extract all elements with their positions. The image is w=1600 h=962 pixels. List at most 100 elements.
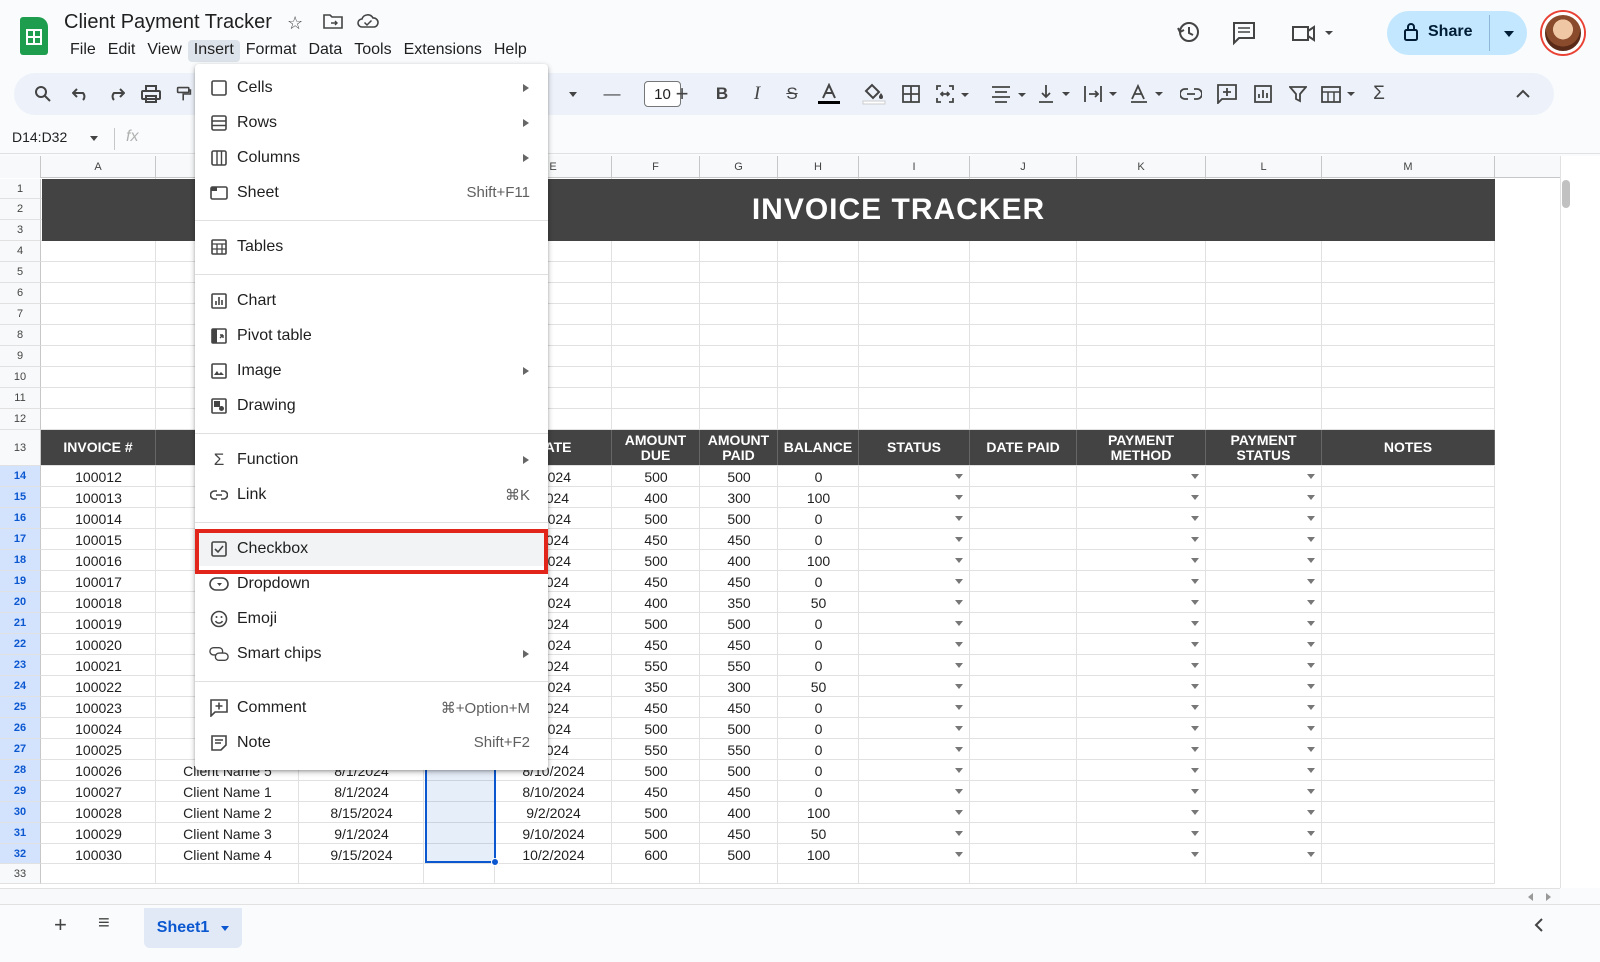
row-header[interactable]: 27 <box>0 739 41 760</box>
payment-method-dropdown-icon[interactable] <box>1191 663 1199 668</box>
all-sheets-icon[interactable]: ≡ <box>98 912 110 935</box>
menu-item-columns[interactable]: Columns <box>195 140 548 175</box>
cell-inv[interactable]: 100020 <box>41 634 156 655</box>
cell-inv[interactable]: 100022 <box>41 676 156 697</box>
row-header[interactable]: 33 <box>0 864 41 884</box>
cell-inv[interactable]: 100029 <box>41 823 156 844</box>
menu-item-note[interactable]: Note Shift+F2 <box>195 725 548 760</box>
cell-due[interactable]: 500 <box>612 613 700 634</box>
cell-paid[interactable]: 450 <box>700 781 778 802</box>
row-header[interactable]: 8 <box>0 325 41 346</box>
cell-client[interactable]: Client Name 2 <box>156 802 299 823</box>
cell-paid[interactable]: 500 <box>700 718 778 739</box>
cell-bal[interactable]: 0 <box>778 739 859 760</box>
row-header[interactable]: 23 <box>0 655 41 676</box>
filter-icon[interactable] <box>1287 73 1309 115</box>
cell-due[interactable]: 400 <box>612 487 700 508</box>
cell-paid[interactable]: 550 <box>700 655 778 676</box>
borders-icon[interactable] <box>900 73 922 115</box>
menu-help[interactable]: Help <box>488 40 533 62</box>
row-header[interactable]: 5 <box>0 262 41 283</box>
cell-due[interactable]: 500 <box>612 550 700 571</box>
collapse-toolbar-icon[interactable] <box>1512 73 1534 115</box>
row-header[interactable]: 19 <box>0 571 41 592</box>
status-dropdown-icon[interactable] <box>955 768 963 773</box>
status-dropdown-icon[interactable] <box>955 495 963 500</box>
payment-method-dropdown-icon[interactable] <box>1191 831 1199 836</box>
name-box[interactable]: D14:D32 <box>12 129 67 145</box>
payment-status-dropdown-icon[interactable] <box>1307 621 1315 626</box>
row-header[interactable]: 2 <box>0 199 41 220</box>
row-header[interactable]: 12 <box>0 409 41 430</box>
status-dropdown-icon[interactable] <box>955 579 963 584</box>
text-wrapping-icon[interactable] <box>1082 73 1122 115</box>
menu-edit[interactable]: Edit <box>102 40 142 62</box>
payment-method-dropdown-icon[interactable] <box>1191 747 1199 752</box>
cell-paid[interactable]: 300 <box>700 487 778 508</box>
cell-inv[interactable]: 100012 <box>41 466 156 487</box>
row-header[interactable]: 24 <box>0 676 41 697</box>
cell-due[interactable]: 550 <box>612 655 700 676</box>
increase-font-size-icon[interactable]: + <box>672 73 692 115</box>
cell-client[interactable]: Client Name 3 <box>156 823 299 844</box>
column-header[interactable]: F <box>612 156 700 178</box>
payment-method-dropdown-icon[interactable] <box>1191 600 1199 605</box>
cell-inv[interactable]: 100019 <box>41 613 156 634</box>
status-dropdown-icon[interactable] <box>955 810 963 815</box>
menu-item-cells[interactable]: Cells <box>195 70 548 105</box>
cell-bal[interactable]: 50 <box>778 823 859 844</box>
column-header[interactable]: I <box>859 156 970 178</box>
column-header[interactable]: K <box>1077 156 1206 178</box>
payment-status-dropdown-icon[interactable] <box>1307 789 1315 794</box>
cell-bal[interactable]: 100 <box>778 844 859 865</box>
cell-paid[interactable]: 400 <box>700 802 778 823</box>
menu-tools[interactable]: Tools <box>348 40 397 62</box>
payment-status-dropdown-icon[interactable] <box>1307 516 1315 521</box>
status-dropdown-icon[interactable] <box>955 852 963 857</box>
move-folder-icon[interactable] <box>322 12 344 35</box>
cell-due[interactable]: 400 <box>612 592 700 613</box>
status-dropdown-icon[interactable] <box>955 684 963 689</box>
cell-due[interactable]: 500 <box>612 760 700 781</box>
cell-paid[interactable]: 450 <box>700 529 778 550</box>
payment-method-dropdown-icon[interactable] <box>1191 726 1199 731</box>
fill-handle[interactable] <box>491 858 499 866</box>
menu-item-pivot-table[interactable]: Pivot table <box>195 318 548 353</box>
vertical-scrollbar[interactable] <box>1560 156 1600 888</box>
redo-icon[interactable] <box>105 73 127 115</box>
scroll-left-icon[interactable] <box>1528 893 1533 901</box>
sheet-tab-menu-icon[interactable] <box>221 925 230 931</box>
cell-paid[interactable]: 350 <box>700 592 778 613</box>
column-header[interactable]: J <box>970 156 1077 178</box>
payment-method-dropdown-icon[interactable] <box>1191 705 1199 710</box>
cell-inv[interactable]: 100027 <box>41 781 156 802</box>
row-header[interactable]: 17 <box>0 529 41 550</box>
menu-item-sheet[interactable]: Sheet Shift+F11 <box>195 175 548 210</box>
payment-method-dropdown-icon[interactable] <box>1191 789 1199 794</box>
payment-status-dropdown-icon[interactable] <box>1307 768 1315 773</box>
cell-paid[interactable]: 550 <box>700 739 778 760</box>
cell-date[interactable]: 9/1/2024 <box>299 823 424 844</box>
menu-data[interactable]: Data <box>302 40 348 62</box>
status-dropdown-icon[interactable] <box>955 726 963 731</box>
column-header[interactable]: G <box>700 156 778 178</box>
row-header[interactable]: 16 <box>0 508 41 529</box>
cell-inv[interactable]: 100024 <box>41 718 156 739</box>
column-header[interactable]: H <box>778 156 859 178</box>
cell-paid[interactable]: 500 <box>700 613 778 634</box>
meet-icon[interactable] <box>1290 22 1338 49</box>
cell-inv[interactable]: 100013 <box>41 487 156 508</box>
payment-method-dropdown-icon[interactable] <box>1191 642 1199 647</box>
cell-inv[interactable]: 100018 <box>41 592 156 613</box>
row-header[interactable]: 28 <box>0 760 41 781</box>
status-dropdown-icon[interactable] <box>955 621 963 626</box>
status-dropdown-icon[interactable] <box>955 705 963 710</box>
star-icon[interactable]: ☆ <box>287 13 303 34</box>
row-header[interactable]: 10 <box>0 367 41 388</box>
cell-due[interactable]: 450 <box>612 529 700 550</box>
cell-due[interactable]: 500 <box>612 466 700 487</box>
row-header[interactable]: 25 <box>0 697 41 718</box>
row-header[interactable]: 32 <box>0 844 41 864</box>
cell-inv[interactable]: 100030 <box>41 844 156 865</box>
payment-status-dropdown-icon[interactable] <box>1307 663 1315 668</box>
